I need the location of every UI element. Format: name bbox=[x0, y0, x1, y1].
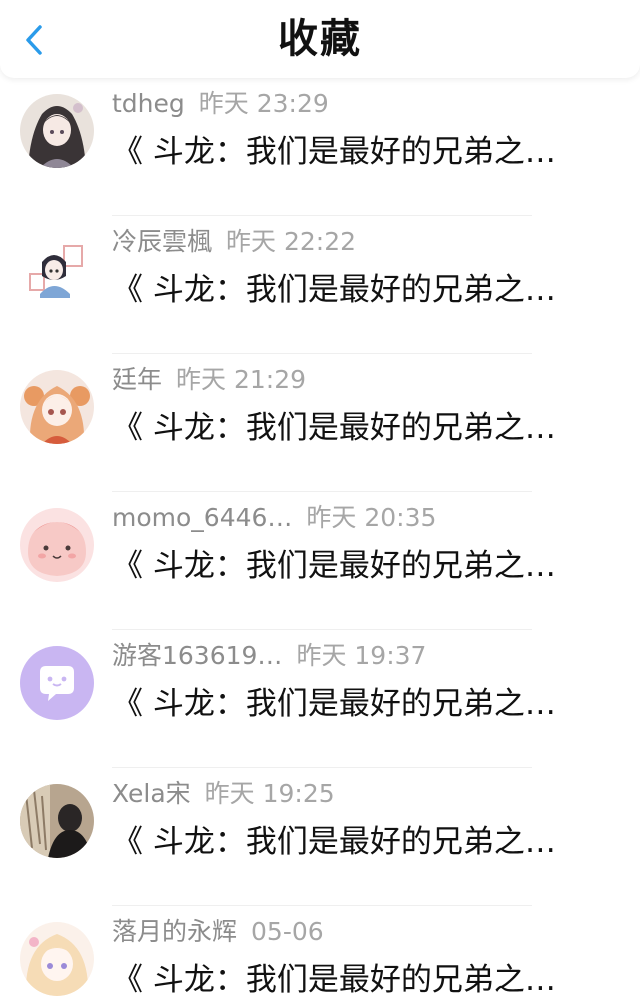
message-text: 《 斗龙：我们是最好的兄弟之… bbox=[112, 962, 556, 998]
list-item[interactable]: 落月的永辉 05-06 《 斗龙：我们是最好的兄弟之… bbox=[0, 906, 640, 999]
avatar[interactable] bbox=[20, 646, 94, 720]
avatar[interactable] bbox=[20, 784, 94, 858]
message-text: 《 斗龙：我们是最好的兄弟之… bbox=[112, 824, 556, 860]
avatar[interactable] bbox=[20, 508, 94, 582]
avatar[interactable] bbox=[20, 232, 94, 306]
timestamp: 昨天 22:22 bbox=[226, 227, 357, 256]
favorites-list: tdheg 昨天 23:29 《 斗龙：我们是最好的兄弟之… 冷辰雲楓 昨天 2… bbox=[0, 78, 640, 999]
favorites-screen: 收藏 tdheg 昨天 23:29 《 斗龙：我们是最好的兄弟之… 冷辰雲楓 昨… bbox=[0, 0, 640, 999]
username[interactable]: 冷辰雲楓 bbox=[112, 227, 212, 256]
timestamp: 昨天 19:37 bbox=[296, 641, 427, 670]
message-text: 《 斗龙：我们是最好的兄弟之… bbox=[112, 410, 556, 446]
username[interactable]: 落月的永辉 bbox=[112, 917, 237, 946]
page-title: 收藏 bbox=[278, 16, 362, 62]
message-text: 《 斗龙：我们是最好的兄弟之… bbox=[112, 548, 556, 584]
message-text: 《 斗龙：我们是最好的兄弟之… bbox=[112, 134, 556, 170]
list-item[interactable]: 廷年 昨天 21:29 《 斗龙：我们是最好的兄弟之… bbox=[0, 354, 640, 492]
message-text: 《 斗龙：我们是最好的兄弟之… bbox=[112, 686, 556, 722]
list-item[interactable]: tdheg 昨天 23:29 《 斗龙：我们是最好的兄弟之… bbox=[0, 78, 640, 216]
list-item[interactable]: 冷辰雲楓 昨天 22:22 《 斗龙：我们是最好的兄弟之… bbox=[0, 216, 640, 354]
timestamp: 昨天 23:29 bbox=[198, 89, 329, 118]
header-bar: 收藏 bbox=[0, 0, 640, 78]
list-item[interactable]: Xela宋 昨天 19:25 《 斗龙：我们是最好的兄弟之… bbox=[0, 768, 640, 906]
timestamp: 昨天 20:35 bbox=[306, 503, 437, 532]
username[interactable]: Xela宋 bbox=[112, 779, 191, 808]
username[interactable]: 廷年 bbox=[112, 365, 162, 394]
username[interactable]: momo_6446… bbox=[112, 503, 292, 532]
username[interactable]: 游客163619… bbox=[112, 641, 282, 670]
timestamp: 昨天 19:25 bbox=[204, 779, 335, 808]
avatar[interactable] bbox=[20, 370, 94, 444]
list-item[interactable]: momo_6446… 昨天 20:35 《 斗龙：我们是最好的兄弟之… bbox=[0, 492, 640, 630]
username[interactable]: tdheg bbox=[112, 89, 185, 118]
list-item[interactable]: 游客163619… 昨天 19:37 《 斗龙：我们是最好的兄弟之… bbox=[0, 630, 640, 768]
timestamp: 昨天 21:29 bbox=[176, 365, 307, 394]
avatar[interactable] bbox=[20, 922, 94, 996]
timestamp: 05-06 bbox=[251, 917, 324, 946]
avatar[interactable] bbox=[20, 94, 94, 168]
message-text: 《 斗龙：我们是最好的兄弟之… bbox=[112, 272, 556, 308]
